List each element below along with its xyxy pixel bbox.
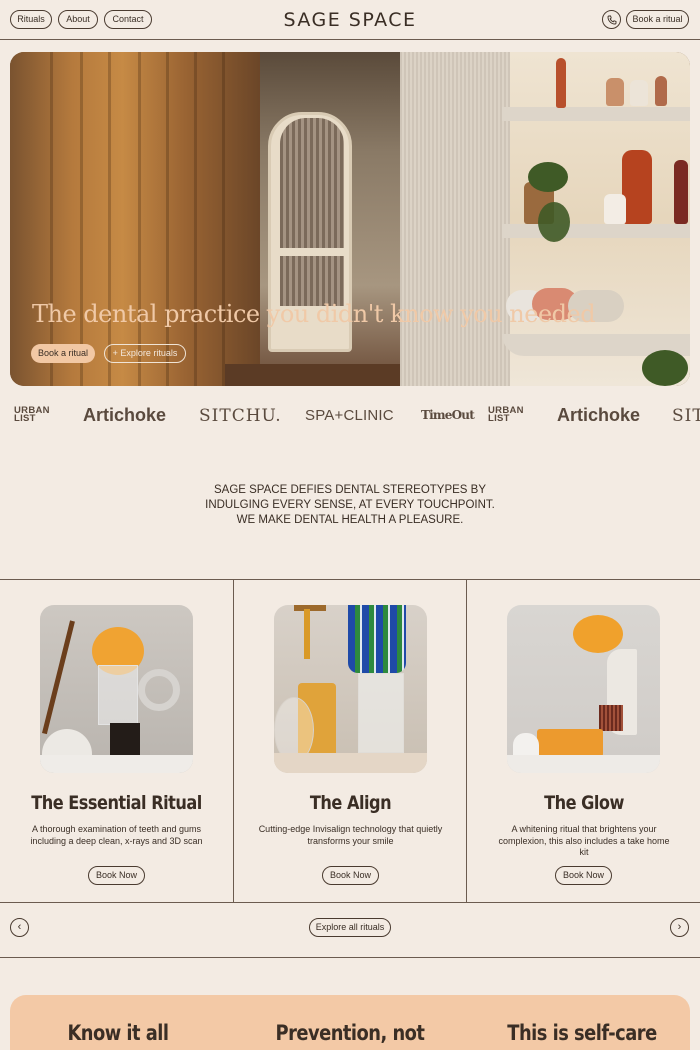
hero-banner: The dental practice you didn't know you …	[10, 52, 690, 386]
features-panel: Know it all Prevention, not This is self…	[10, 995, 690, 1050]
header-book-button[interactable]: Book a ritual	[626, 10, 689, 29]
nav-contact[interactable]: Contact	[104, 10, 152, 29]
feature-title-prevention: Prevention, not	[275, 1021, 425, 1045]
feature-title-know-it-all: Know it all	[67, 1021, 169, 1045]
intro-line: SAGE SPACE DEFIES DENTAL STEREOTYPES BY	[213, 484, 487, 496]
ritual-image-align	[274, 605, 427, 773]
hero-explore-button[interactable]: + Explore rituals	[104, 344, 186, 363]
ritual-book-button[interactable]: Book Now	[88, 866, 145, 885]
phone-button[interactable]	[602, 10, 621, 29]
site-header: Rituals About Contact SAGE SPACE Book a …	[0, 0, 700, 40]
ritual-card: The Align Cutting-edge Invisalign techno…	[233, 580, 466, 902]
press-logo-urban-list: URBAN LIST	[14, 405, 50, 424]
ritual-title: The Glow	[544, 792, 624, 814]
rituals-grid: The Essential Ritual A thorough examinat…	[0, 579, 700, 903]
ritual-book-button[interactable]: Book Now	[555, 866, 612, 885]
press-logos-strip: URBAN LIST Artichoke SITCHU. SPA+CLINIC …	[0, 398, 700, 434]
intro-line: INDULGING EVERY SENSE, AT EVERY TOUCHPOI…	[205, 499, 495, 511]
ritual-description: Cutting-edge Invisalign technology that …	[258, 824, 443, 846]
explore-all-rituals-button[interactable]: Explore all rituals	[309, 918, 391, 937]
section-divider	[0, 957, 700, 958]
press-logo-urban-list: URBAN LIST	[488, 405, 524, 424]
phone-icon	[607, 15, 617, 25]
hero-headline: The dental practice you didn't know you …	[32, 300, 596, 328]
site-logo[interactable]: SAGE SPACE	[250, 9, 450, 31]
arrow-left-icon[interactable]: ‹	[10, 918, 29, 937]
press-logo-spa-clinic: SPA+CLINIC	[305, 407, 394, 424]
hero-book-button[interactable]: Book a ritual	[31, 344, 95, 363]
hero-pillar	[400, 52, 510, 386]
intro-line: WE MAKE DENTAL HEALTH A PLEASURE.	[236, 514, 464, 526]
ritual-description: A whitening ritual that brightens your c…	[498, 824, 670, 857]
press-logo-artichoke: Artichoke	[83, 405, 167, 425]
ritual-card: The Essential Ritual A thorough examinat…	[0, 580, 233, 902]
ritual-title: The Essential Ritual	[31, 792, 202, 814]
press-logo-artichoke: Artichoke	[557, 405, 641, 425]
feature-title-self-care: This is self-care	[507, 1021, 657, 1045]
ritual-image-glow	[507, 605, 660, 773]
arrow-right-icon[interactable]: ›	[670, 918, 689, 937]
press-logo-timeout: TimeOut	[421, 408, 475, 422]
ritual-card: The Glow A whitening ritual that brighte…	[466, 580, 700, 902]
nav-about[interactable]: About	[58, 10, 98, 29]
press-logo-sitchu: SIT	[672, 406, 700, 426]
intro-statement: SAGE SPACE DEFIES DENTAL STEREOTYPES BY …	[150, 483, 550, 528]
ritual-book-button[interactable]: Book Now	[322, 866, 379, 885]
nav-rituals[interactable]: Rituals	[10, 10, 52, 29]
ritual-description: A thorough examination of teeth and gums…	[30, 824, 203, 846]
ritual-image-essential	[40, 605, 193, 773]
press-logo-sitchu: SITCHU.	[199, 406, 282, 426]
ritual-title: The Align	[309, 792, 392, 814]
